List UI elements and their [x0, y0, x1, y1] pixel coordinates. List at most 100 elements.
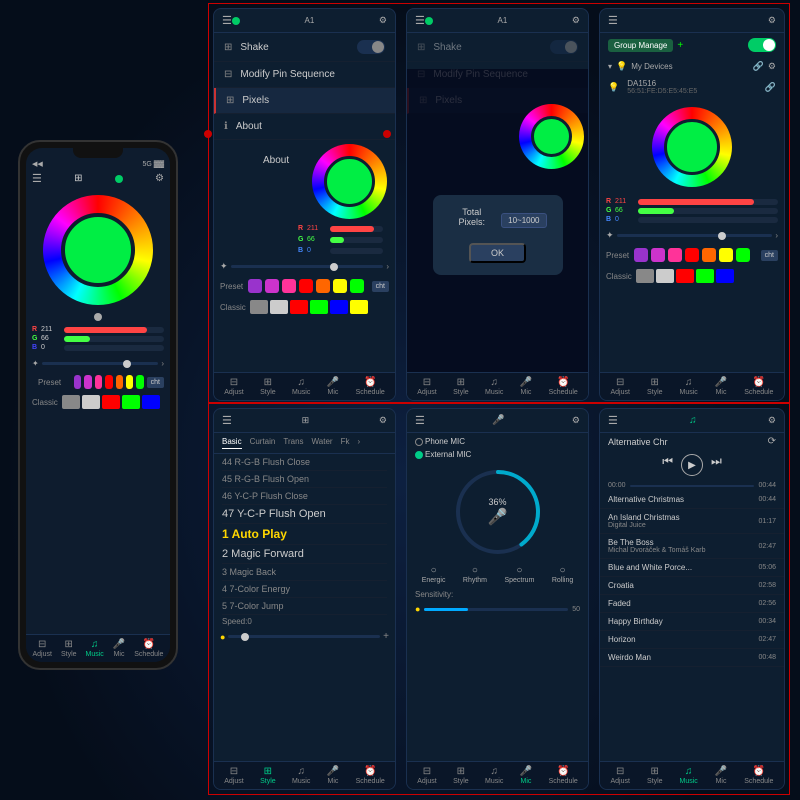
br-nav-mic[interactable]: 🎤 Mic	[715, 766, 727, 785]
bl-effect-3[interactable]: 3 Magic Back	[222, 564, 387, 581]
bm-sens-track[interactable]	[424, 608, 568, 611]
tl-nav-style[interactable]: ⊞ Style	[260, 377, 276, 396]
tr-device-row[interactable]: 💡 DA1516 56:51:FE:D5:E5:45:E5 🔗	[600, 76, 784, 98]
tr-nav-schedule[interactable]: ⏰ Schedule	[744, 377, 773, 396]
tm-dialog-input[interactable]: 10~1000	[501, 213, 546, 228]
br-play-btn[interactable]: ▶	[681, 454, 703, 476]
tm-dialog-ok[interactable]: OK	[469, 243, 526, 263]
phone-color-wheel[interactable]	[43, 195, 153, 305]
bl-tab-curtain[interactable]: Curtain	[250, 437, 276, 449]
phone-preset-5[interactable]	[116, 375, 123, 389]
bl-effect-47[interactable]: 47 Y-C-P Flush Open	[222, 505, 387, 524]
bl-tab-water[interactable]: Water	[312, 437, 333, 449]
tr-classic-5[interactable]	[716, 269, 734, 283]
tl-about-item[interactable]: ℹ About	[214, 114, 395, 140]
tm-nav-music[interactable]: ♫ Music	[485, 377, 503, 396]
tr-device-link-icon[interactable]: 🔗	[765, 82, 776, 93]
phone-nav-style[interactable]: ⊞ Style	[61, 639, 77, 658]
br-track-4[interactable]: Croatia 02:58	[600, 577, 784, 595]
tl-modify-pin-item[interactable]: ⊟ Modify Pin Sequence	[214, 62, 395, 88]
tl-preset-1[interactable]	[248, 279, 262, 293]
bm-ext-mic-option[interactable]: External MIC	[415, 450, 471, 459]
phone-classic-1[interactable]	[62, 395, 80, 409]
br-track-0[interactable]: Alternative Christmas 00:44	[600, 491, 784, 509]
bl-effect-45[interactable]: 45 R-G-B Flush Open	[222, 471, 387, 488]
tr-preset-3[interactable]	[668, 248, 682, 262]
tm-color-wheel[interactable]	[519, 104, 584, 169]
bl-speed-plus[interactable]: +	[383, 631, 389, 642]
tm-gear-icon[interactable]: ⚙	[572, 15, 580, 26]
bl-nav-style[interactable]: ⊞ Style	[260, 766, 276, 785]
bl-menu-icon[interactable]: ☰	[222, 414, 232, 427]
tr-group-toggle[interactable]	[748, 38, 776, 52]
tl-nav-mic[interactable]: 🎤 Mic	[327, 377, 339, 396]
tl-color-wheel[interactable]	[312, 144, 387, 219]
tr-group-plus-icon[interactable]: +	[677, 40, 683, 51]
phone-classic-5[interactable]	[142, 395, 160, 409]
phone-brightness-slider[interactable]: ✦ ›	[26, 356, 170, 371]
bl-tab-trans[interactable]: Trans	[283, 437, 303, 449]
tr-group-manage-btn[interactable]: Group Manage	[608, 39, 673, 52]
tr-nav-mic[interactable]: 🎤 Mic	[715, 377, 727, 396]
phone-preset-btn[interactable]: cht	[147, 377, 164, 388]
bl-nav-schedule[interactable]: ⏰ Schedule	[356, 766, 385, 785]
tl-classic-6[interactable]	[350, 300, 368, 314]
bm-nav-adjust[interactable]: ⊟ Adjust	[417, 766, 436, 785]
bl-effect-4[interactable]: 4 7-Color Energy	[222, 581, 387, 598]
br-track-8[interactable]: Weirdo Man 00:48	[600, 649, 784, 667]
phone-hue-knob[interactable]	[94, 313, 102, 321]
tr-nav-adjust[interactable]: ⊟ Adjust	[611, 377, 630, 396]
tr-classic-4[interactable]	[696, 269, 714, 283]
bm-mode-rolling[interactable]: ○ Rolling	[552, 565, 573, 584]
tr-devices-link-icon[interactable]: 🔗	[753, 61, 764, 72]
tr-devices-settings-icon[interactable]: ⚙	[768, 61, 776, 72]
tm-nav-style[interactable]: ⊞ Style	[453, 377, 469, 396]
tr-brightness-thumb[interactable]	[718, 232, 726, 240]
bl-effect-44[interactable]: 44 R-G-B Flush Close	[222, 454, 387, 471]
tm-menu-icon[interactable]: ☰	[415, 14, 425, 27]
tr-preset-5[interactable]	[702, 248, 716, 262]
phone-preset-3[interactable]	[95, 375, 102, 389]
br-nav-schedule[interactable]: ⏰ Schedule	[744, 766, 773, 785]
tl-preset-2[interactable]	[265, 279, 279, 293]
br-track-7[interactable]: Horizon 02:47	[600, 631, 784, 649]
bl-nav-music[interactable]: ♫ Music	[292, 766, 310, 785]
tr-gear-icon[interactable]: ⚙	[768, 15, 776, 26]
bm-mode-spectrum[interactable]: ○ Spectrum	[504, 565, 534, 584]
bm-nav-style[interactable]: ⊞ Style	[453, 766, 469, 785]
bl-effect-1[interactable]: 1 Auto Play	[222, 524, 387, 545]
tr-nav-music[interactable]: ♫ Music	[680, 377, 698, 396]
br-nav-music[interactable]: ♫ Music	[680, 766, 698, 785]
bl-tab-more[interactable]: ›	[357, 437, 360, 449]
bm-mic-center-icon[interactable]: 🎤	[488, 507, 508, 527]
br-track-6[interactable]: Happy Birthday 00:34	[600, 613, 784, 631]
bm-nav-mic[interactable]: 🎤 Mic	[520, 766, 532, 785]
tl-preset-btn[interactable]: cht	[372, 281, 389, 292]
bl-grid-icon[interactable]: ⊞	[302, 415, 310, 426]
tl-preset-7[interactable]	[350, 279, 364, 293]
bm-phone-mic-option[interactable]: Phone MIC	[415, 437, 465, 446]
bl-effect-46[interactable]: 46 Y-C-P Flush Close	[222, 488, 387, 505]
phone-preset-1[interactable]	[74, 375, 81, 389]
tl-shake-toggle[interactable]	[357, 40, 385, 54]
br-prev-btn[interactable]: ⏮	[662, 454, 673, 476]
br-shuffle-icon[interactable]: ⟳	[768, 436, 776, 447]
tr-preset-6[interactable]	[719, 248, 733, 262]
phone-nav-schedule[interactable]: ⏰ Schedule	[134, 639, 163, 658]
bm-mode-rhythm[interactable]: ○ Rhythm	[463, 565, 487, 584]
bm-sensitivity-slider[interactable]: ● 50	[407, 601, 588, 617]
tr-preset-1[interactable]	[634, 248, 648, 262]
tl-classic-4[interactable]	[310, 300, 328, 314]
phone-preset-7[interactable]	[136, 375, 143, 389]
tr-preset-btn[interactable]: cht	[761, 250, 778, 261]
br-menu-icon[interactable]: ☰	[608, 414, 618, 427]
tr-color-wheel[interactable]	[652, 107, 732, 187]
bl-speed-track[interactable]	[228, 635, 380, 638]
tr-classic-3[interactable]	[676, 269, 694, 283]
bl-speed-slider[interactable]: ● +	[214, 628, 395, 645]
tr-nav-style[interactable]: ⊞ Style	[647, 377, 663, 396]
phone-slider-thumb[interactable]	[123, 360, 131, 368]
bl-tab-basic[interactable]: Basic	[222, 437, 242, 449]
tl-classic-5[interactable]	[330, 300, 348, 314]
bl-nav-mic[interactable]: 🎤 Mic	[327, 766, 339, 785]
